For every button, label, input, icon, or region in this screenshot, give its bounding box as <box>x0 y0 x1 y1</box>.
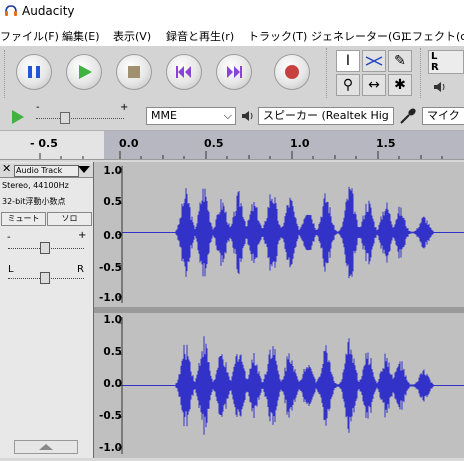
skip-to-start-icon <box>176 66 191 78</box>
track-format-rate: Stereo, 44100Hz <box>2 181 69 190</box>
audacity-logo-icon <box>5 5 17 16</box>
solo-button[interactable]: ソロ <box>47 212 92 226</box>
menu-view[interactable]: 表示(V) <box>113 28 151 44</box>
asterisk-icon: ✱ <box>394 77 406 93</box>
time-shift-tool[interactable]: ↔ <box>362 74 386 96</box>
menu-file[interactable]: ファイル(F) <box>0 28 59 44</box>
mute-button[interactable]: ミュート <box>1 212 46 226</box>
record-meter[interactable]: L R <box>428 50 464 74</box>
scale-label: 1.0 <box>103 314 122 326</box>
scale-label: 0.0 <box>103 378 122 390</box>
playback-meter[interactable] <box>432 80 464 96</box>
ruler-ticks <box>39 151 443 159</box>
waveform-channel-1 <box>175 186 434 279</box>
stop-icon <box>128 66 140 78</box>
envelope-tool[interactable] <box>362 50 386 72</box>
waveform-channel-2 <box>175 336 434 435</box>
stop-button[interactable] <box>116 54 152 90</box>
skip-to-end-button[interactable] <box>216 54 252 90</box>
collapse-track-button[interactable] <box>14 440 78 454</box>
window-title: Audacity <box>22 4 75 18</box>
meter-right-label: R <box>431 62 439 73</box>
slider-plus-label: + <box>120 102 129 113</box>
scale-label: 0.5 <box>103 196 122 208</box>
play-at-speed-icon[interactable] <box>8 108 26 126</box>
pencil-icon: ✎ <box>394 53 406 69</box>
gain-plus-label: + <box>78 230 87 241</box>
play-icon <box>79 65 92 79</box>
envelope-icon <box>365 56 383 66</box>
toolbar-grip[interactable] <box>4 50 9 98</box>
menu-bar: ファイル(F) 編集(E) 表示(V) 録音と再生(r) トラック(T) ジェネ… <box>0 22 464 46</box>
speaker-icon <box>434 82 445 92</box>
multi-tool[interactable]: ✱ <box>388 74 412 96</box>
menu-transport[interactable]: 録音と再生(r) <box>166 28 234 44</box>
pan-slider-thumb[interactable] <box>40 272 50 284</box>
meter-left-label: L <box>431 51 438 62</box>
track-format-bits: 32-bit浮動小数点 <box>2 197 66 206</box>
play-speed-slider[interactable]: - + <box>30 102 130 128</box>
selection-tool[interactable]: I <box>336 50 360 72</box>
pause-icon <box>28 66 40 78</box>
channel-separator <box>94 307 464 313</box>
collapse-arrow-icon <box>39 444 53 450</box>
skip-to-end-icon <box>227 66 242 78</box>
audio-host-value: MME <box>151 109 177 122</box>
tools-grip[interactable] <box>326 48 331 98</box>
menu-tracks[interactable]: トラック(T) <box>248 28 307 44</box>
track-menu-arrow-icon[interactable] <box>78 166 90 174</box>
playback-device-value: スピーカー (Realtek Hig <box>263 109 389 122</box>
double-arrow-icon: ↔ <box>368 77 380 93</box>
title-bar: Audacity <box>0 0 464 22</box>
meter-grip[interactable] <box>420 48 425 98</box>
pause-button[interactable] <box>16 54 52 90</box>
transport-toolbar: I ✎ ⚲ ↔ ✱ L R <box>0 46 464 103</box>
scale-label: 1.0 <box>103 165 122 177</box>
draw-tool[interactable]: ✎ <box>388 50 412 72</box>
pan-left-label: L <box>8 264 14 275</box>
recording-device-select[interactable]: マイク (R <box>422 107 464 125</box>
slider-track <box>36 118 124 120</box>
gain-slider-thumb[interactable] <box>40 242 50 254</box>
record-button[interactable] <box>274 54 310 90</box>
menu-effect[interactable]: エフェクト(c) <box>401 28 464 44</box>
scale-label: -0.5 <box>99 410 122 422</box>
stereo-waveform[interactable] <box>94 162 464 458</box>
track-control-panel: ✕ Audio Track Stereo, 44100Hz 32-bit浮動小数… <box>0 162 94 458</box>
close-icon[interactable]: ✕ <box>2 162 11 175</box>
track-name-button[interactable]: Audio Track <box>14 165 79 177</box>
speaker-icon <box>242 111 253 121</box>
device-toolbar: - + MME ⌵ スピーカー (Realtek Hig マイク (R <box>0 102 464 131</box>
microphone-icon <box>400 108 416 124</box>
scale-label: -0.5 <box>99 262 122 274</box>
slider-thumb[interactable] <box>60 112 70 124</box>
chevron-down-icon: ⌵ <box>223 109 232 122</box>
menu-edit[interactable]: 編集(E) <box>62 28 100 44</box>
scale-label: 0.5 <box>103 346 122 358</box>
scale-label: 0.0 <box>103 230 122 242</box>
play-button[interactable] <box>66 54 102 90</box>
scale-label: -1.0 <box>99 442 122 454</box>
waveform-area[interactable] <box>94 162 464 458</box>
playback-device-select[interactable]: スピーカー (Realtek Hig <box>258 107 394 125</box>
pan-right-label: R <box>77 264 84 275</box>
magnifier-icon: ⚲ <box>342 77 354 93</box>
timeline-ruler[interactable]: - 0.5 0.0 0.5 1.0 1.5 <box>0 131 464 160</box>
skip-to-start-button[interactable] <box>166 54 202 90</box>
scale-label: -1.0 <box>99 292 122 304</box>
zoom-tool[interactable]: ⚲ <box>336 74 360 96</box>
track-title-bar: ✕ Audio Track <box>0 162 93 178</box>
audio-host-select[interactable]: MME ⌵ <box>146 107 236 125</box>
i-beam-icon: I <box>345 53 351 69</box>
recording-device-value: マイク (R <box>427 109 464 122</box>
gain-minus-label: - <box>7 232 11 243</box>
menu-generate[interactable]: ジェネレーター(G) <box>311 28 405 44</box>
slider-minus-label: - <box>36 102 40 113</box>
record-icon <box>285 65 299 79</box>
